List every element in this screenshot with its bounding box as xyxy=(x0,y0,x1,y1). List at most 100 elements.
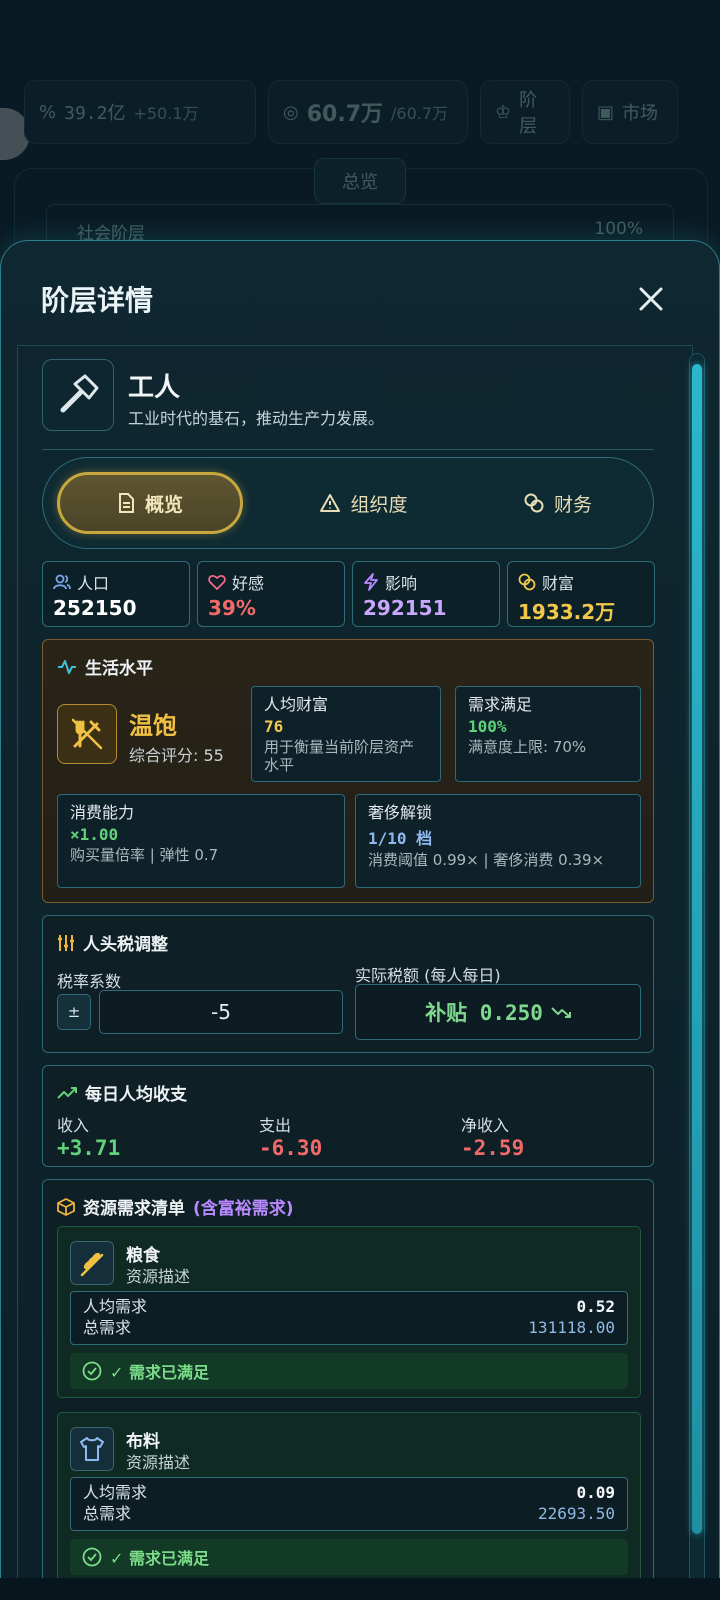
population-cap: /60.7万 xyxy=(391,104,449,123)
tab-organization-label: 组织度 xyxy=(350,493,408,516)
stat-population: 人口 252150 xyxy=(42,561,190,627)
total-label: 总需求 xyxy=(83,1504,132,1523)
nav-market-button[interactable]: ▣ 市场 xyxy=(582,80,678,144)
trending-up-icon xyxy=(57,1086,77,1099)
status-text: ✓ 需求已满足 xyxy=(110,1549,209,1568)
consume-desc: 购买量倍率 | 弹性 0.7 xyxy=(70,846,219,864)
class-description: 工业时代的基石，推动生产力发展。 xyxy=(128,409,385,428)
consume-value: ×1.00 xyxy=(70,825,119,844)
sign-toggle-button[interactable]: ± xyxy=(57,994,91,1030)
stat-influence-value: 292151 xyxy=(363,596,447,620)
tab-overview-bg[interactable]: 总览 xyxy=(314,158,406,204)
users-icon xyxy=(53,574,71,590)
net-value: -2.59 xyxy=(461,1136,525,1160)
needs-satisfaction-card: 需求满足 100% 满意度上限: 70% xyxy=(455,686,641,782)
total-value: 22693.50 xyxy=(537,1504,615,1523)
wealth-per-capita-card: 人均财富 76 用于衡量当前阶层资产水平 xyxy=(251,686,441,782)
class-name: 工人 xyxy=(128,373,181,403)
expense-label: 支出 xyxy=(259,1116,292,1135)
nav-market-label: 市场 xyxy=(622,103,659,124)
luxury-unlock-card: 奢侈解锁 1/10 档 消费阈值 0.99× | 奢侈消费 0.39× xyxy=(355,794,641,888)
modal-scroll-area[interactable]: 工人 工业时代的基石，推动生产力发展。 概览 组织度 财务 人口 252150 … xyxy=(17,347,693,1600)
tax-rate-label: 税率系数 xyxy=(57,972,122,991)
treasury-pill[interactable]: % 39.2亿 +50.1万 xyxy=(24,80,256,144)
stat-influence-label: 影响 xyxy=(385,574,418,593)
wealth-per-capita-desc: 用于衡量当前阶层资产水平 xyxy=(264,738,415,774)
check-circle-icon xyxy=(82,1361,102,1381)
social-class-percent: 100% xyxy=(594,219,643,239)
scrollbar-thumb[interactable] xyxy=(692,364,702,1534)
tax-actual-text: 补贴 0.250 xyxy=(425,1001,543,1025)
hammer-icon xyxy=(42,359,114,431)
net-label: 净收入 xyxy=(461,1116,510,1135)
tax-rate-input[interactable] xyxy=(99,990,343,1034)
close-button[interactable] xyxy=(633,281,669,317)
social-class-label: 社会阶层 xyxy=(77,224,145,244)
warning-icon xyxy=(320,494,341,512)
detail-tabs: 概览 组织度 财务 xyxy=(42,457,654,549)
coin-icon: % xyxy=(39,101,57,123)
income-title: 每日人均收支 xyxy=(57,1080,187,1105)
resources-title-label: 资源需求清单 xyxy=(83,1199,185,1219)
income-column: 收入 +3.71 xyxy=(57,1112,120,1160)
box-icon: ▣ xyxy=(597,101,615,123)
header-separator xyxy=(42,449,654,450)
wheat-icon xyxy=(70,1241,114,1285)
wealth-per-capita-title: 人均财富 xyxy=(264,695,329,714)
scrollbar[interactable] xyxy=(689,353,705,1600)
top-stats-bar: % 39.2亿 +50.1万 ◎ 60.7万 /60.7万 ♔ 阶层 ▣ 市场 xyxy=(24,80,696,150)
utensils-crossed-icon xyxy=(57,704,117,764)
tax-title-label: 人头税调整 xyxy=(83,935,168,955)
tab-overview[interactable]: 概览 xyxy=(57,472,243,534)
nav-classes-label: 阶层 xyxy=(519,90,538,137)
tax-actual-value: 补贴 0.250 xyxy=(355,984,641,1040)
trending-down-icon xyxy=(551,1007,571,1018)
modal-title: 阶层详情 xyxy=(41,284,154,317)
resource-item-grain: 粮食 资源描述 人均需求 0.52 总需求 131118.00 ✓ 需求已满足 xyxy=(57,1226,641,1398)
daily-income-panel: 每日人均收支 收入 +3.71 支出 -6.30 净收入 -2.59 xyxy=(42,1065,654,1167)
wealth-per-capita-value: 76 xyxy=(264,717,284,736)
living-score: 综合评分: 55 xyxy=(129,746,224,765)
per-capita-label: 人均需求 xyxy=(83,1297,148,1316)
luxury-value: 1/10 档 xyxy=(368,829,433,848)
living-standard-panel: 生活水平 温饱 综合评分: 55 人均财富 76 用于衡量当前阶层资产水平 需求… xyxy=(42,639,654,903)
tab-organization[interactable]: 组织度 xyxy=(279,472,449,534)
heart-icon xyxy=(208,575,226,590)
check-circle-icon xyxy=(82,1547,102,1567)
nav-classes-button[interactable]: ♔ 阶层 xyxy=(480,80,570,144)
status-text: ✓ 需求已满足 xyxy=(110,1363,209,1382)
users-icon: ◎ xyxy=(283,101,299,123)
population-pill[interactable]: ◎ 60.7万 /60.7万 xyxy=(268,80,468,144)
stat-wealth: 财富 1933.2万 xyxy=(507,561,655,627)
resource-desc: 资源描述 xyxy=(126,1453,191,1472)
income-title-label: 每日人均收支 xyxy=(85,1085,187,1105)
per-capita-value: 0.09 xyxy=(576,1483,615,1502)
income-value: +3.71 xyxy=(57,1136,121,1160)
tab-finance-label: 财务 xyxy=(553,493,592,516)
document-icon xyxy=(118,493,134,513)
class-header: 工人 工业时代的基石，推动生产力发展。 xyxy=(42,355,654,450)
coins-icon xyxy=(524,493,544,513)
living-title: 生活水平 xyxy=(57,654,153,679)
population-value: 60.7万 xyxy=(306,102,383,127)
stat-wealth-value: 1933.2万 xyxy=(518,600,616,624)
stat-favor-label: 好感 xyxy=(232,574,265,593)
demand-satisfied-status: ✓ 需求已满足 xyxy=(70,1539,628,1575)
consume-power-card: 消费能力 ×1.00 购买量倍率 | 弹性 0.7 xyxy=(57,794,345,888)
sliders-icon xyxy=(58,934,74,951)
treasury-value: 39.2亿 xyxy=(64,103,126,124)
header-divider xyxy=(17,345,693,346)
tax-actual-label: 实际税额 (每人每日) xyxy=(355,966,501,985)
coins-icon xyxy=(518,573,536,591)
package-icon xyxy=(57,1197,75,1216)
tab-overview-label: 概览 xyxy=(144,493,183,516)
treasury-delta: +50.1万 xyxy=(133,104,199,123)
resource-desc: 资源描述 xyxy=(126,1267,191,1286)
tab-finance[interactable]: 财务 xyxy=(473,472,643,534)
total-label: 总需求 xyxy=(83,1318,132,1337)
crown-icon: ♔ xyxy=(495,101,512,123)
luxury-title: 奢侈解锁 xyxy=(368,803,433,822)
resources-title: 资源需求清单 (含富裕需求) xyxy=(57,1194,294,1219)
resources-subtitle: (含富裕需求) xyxy=(193,1199,294,1219)
needs-value: 100% xyxy=(468,717,507,736)
